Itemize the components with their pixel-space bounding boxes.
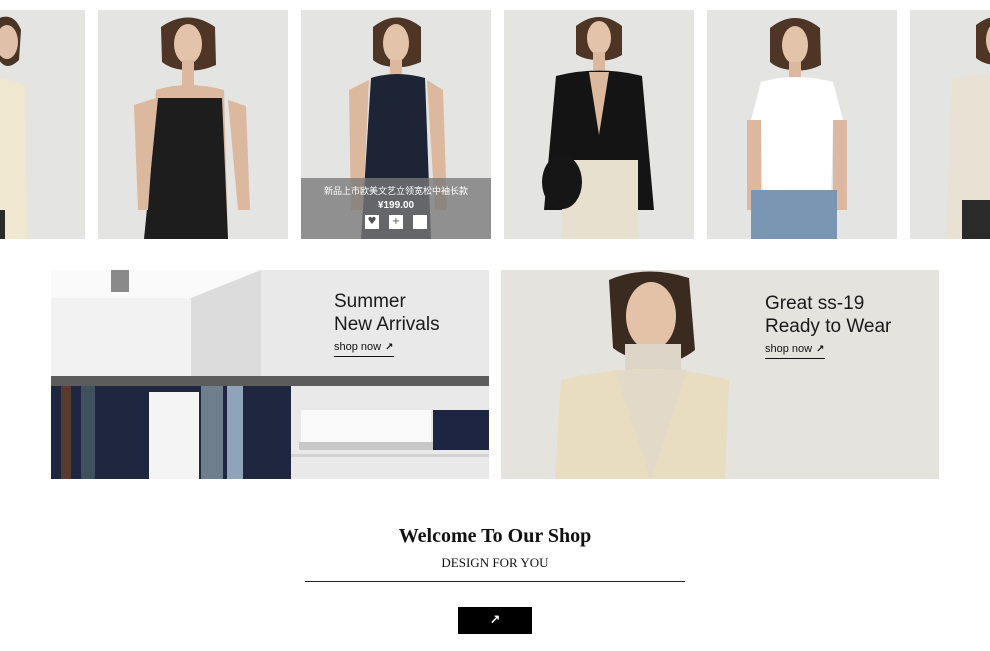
cart-icon[interactable]: [413, 215, 427, 229]
product-card[interactable]: [504, 10, 694, 239]
banner-headline: Great ss-19 Ready to Wear shop now ↗: [765, 292, 891, 359]
product-card[interactable]: 新品上市欧美文艺立领宽松中袖长款 ¥199.00 ♥ +: [301, 10, 491, 239]
product-image: [910, 10, 990, 239]
shop-now-link[interactable]: shop now ↗: [334, 341, 394, 357]
arrow-up-right-icon: ↗: [489, 613, 501, 628]
product-hover-overlay: 新品上市欧美文艺立领宽松中袖长款 ¥199.00 ♥ +: [301, 178, 491, 239]
product-image: [504, 10, 694, 239]
banner-title-line1: Summer: [334, 291, 406, 312]
product-image: [0, 10, 85, 239]
arrow-up-right-icon: ↗: [816, 344, 825, 355]
banner-title-line2: New Arrivals: [334, 314, 440, 335]
banner-title-line2: Ready to Wear: [765, 316, 892, 337]
product-image: [707, 10, 897, 239]
ss19-ready-to-wear-banner[interactable]: Great ss-19 Ready to Wear shop now ↗: [501, 270, 939, 479]
shop-now-label: shop now: [765, 343, 813, 355]
product-carousel: 新品上市欧美文艺立领宽松中袖长款 ¥199.00 ♥ +: [0, 10, 990, 239]
banner-headline: Summer New Arrivals shop now ↗: [334, 290, 440, 357]
welcome-title: Welcome To Our Shop: [398, 525, 592, 547]
product-price: ¥199.00: [377, 200, 415, 211]
summer-arrivals-banner[interactable]: Summer New Arrivals shop now ↗: [51, 270, 489, 479]
product-actions: ♥ +: [301, 215, 491, 229]
divider: [305, 581, 685, 582]
product-card[interactable]: [707, 10, 897, 239]
shop-now-label: shop now: [334, 341, 382, 353]
product-card[interactable]: [98, 10, 288, 239]
welcome-section: Welcome To Our Shop DESIGN FOR YOU: [0, 525, 990, 571]
product-card[interactable]: [0, 10, 85, 239]
arrow-up-right-icon: ↗: [385, 342, 394, 353]
shop-now-link[interactable]: shop now ↗: [765, 343, 825, 359]
banner-title-line1: Great ss-19: [765, 293, 865, 314]
welcome-subtitle: DESIGN FOR YOU: [441, 555, 549, 570]
product-image: [98, 10, 288, 239]
product-title[interactable]: 新品上市欧美文艺立领宽松中袖长款: [301, 184, 491, 197]
product-card[interactable]: [910, 10, 990, 239]
go-arrow-button[interactable]: ↗: [458, 607, 532, 634]
